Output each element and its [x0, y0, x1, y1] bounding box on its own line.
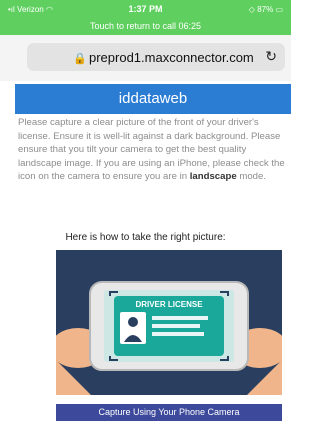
card-label: DRIVER LICENSE	[135, 300, 203, 309]
battery-icon: ▭	[275, 5, 283, 14]
status-bar[interactable]: •ıl Verizon ◠ 1:37 PM ◇ 87% ▭ Touch to r…	[0, 0, 291, 35]
instructions-text: Please capture a clear picture of the fr…	[18, 117, 285, 182]
howto-label: Here is how to take the right picture:	[65, 232, 226, 243]
phone-license-illustration: DRIVER LICENSE	[56, 250, 282, 395]
status-time: 1:37 PM	[128, 4, 163, 14]
page-title: iddataweb	[118, 90, 188, 107]
headphones-icon: ◇	[248, 5, 255, 14]
call-banner[interactable]: Touch to return to call 06:25	[0, 21, 291, 31]
status-right: ◇ 87% ▭	[248, 5, 283, 14]
url-text[interactable]: preprod1.maxconnector.com	[89, 50, 254, 65]
license-illustration: DRIVER LICENSE	[56, 250, 282, 395]
capture-button[interactable]: Capture Using Your Phone Camera	[56, 404, 282, 421]
browser-url-bar: 🔒 preprod1.maxconnector.com ↻	[0, 35, 291, 81]
reload-icon[interactable]: ↻	[265, 48, 277, 65]
landscape-emphasis: landscape	[189, 171, 237, 182]
lock-icon: 🔒	[73, 53, 87, 65]
page-header: iddataweb	[15, 84, 291, 114]
address-field[interactable]: 🔒 preprod1.maxconnector.com ↻	[27, 43, 285, 71]
